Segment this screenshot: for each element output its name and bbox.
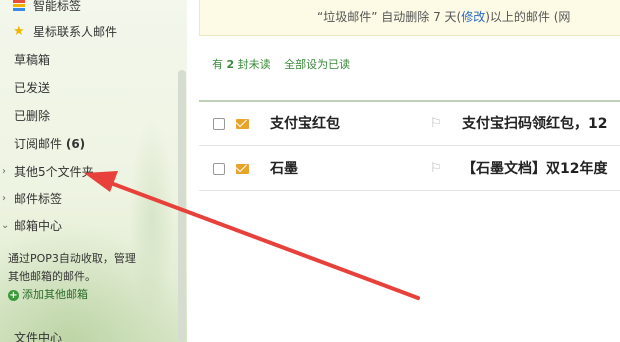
pop3-panel: 通过POP3自动收取，管理 其他邮箱的邮件。 + 添加其他邮箱 xyxy=(8,250,173,312)
sidebar-item-sent[interactable]: 已发送 xyxy=(0,76,176,100)
sidebar-item-other-folders[interactable]: › 其他5个文件夹 xyxy=(0,160,176,184)
sidebar-item-mailbox-center[interactable]: ⌄ 邮箱中心 xyxy=(0,214,176,238)
unread-suffix: 封未读 xyxy=(237,58,271,71)
sidebar-item-subscriptions[interactable]: 订阅邮件 (6) xyxy=(0,132,176,156)
sidebar-item-drafts[interactable]: 草稿箱 xyxy=(0,48,176,72)
pop3-description-line-2: 其他邮箱的邮件。 xyxy=(8,270,96,283)
unread-prefix: 有 xyxy=(212,58,223,71)
sidebar-item-file-center[interactable]: 文件中心 xyxy=(0,326,176,342)
sidebar-item-label: 星标联系人邮件 xyxy=(33,25,118,39)
sidebar-item-label: 订阅邮件 xyxy=(14,137,63,151)
sidebar-item-smart-tags[interactable]: 智能标签 xyxy=(0,0,176,18)
sidebar-scrollbar[interactable] xyxy=(178,70,186,342)
sidebar-item-label: 邮件标签 xyxy=(14,192,63,206)
sidebar-item-label: 已发送 xyxy=(14,81,51,95)
sidebar-item-deleted[interactable]: 已删除 xyxy=(0,104,176,128)
flag-icon[interactable]: ⚐ xyxy=(430,116,442,131)
sidebar-item-label: 邮箱中心 xyxy=(14,219,63,233)
banner-text: “垃圾邮件” 自动删除 7 天( xyxy=(317,10,462,24)
sidebar-item-label: 草稿箱 xyxy=(14,53,51,67)
pop3-description-line-1: 通过POP3自动收取，管理 xyxy=(8,252,136,265)
tag-icon xyxy=(13,0,25,12)
sidebar-item-starred-contacts[interactable]: ★ 星标联系人邮件 xyxy=(0,20,176,44)
modify-link[interactable]: 修改 xyxy=(461,10,485,24)
chevron-down-icon[interactable]: ⌄ xyxy=(1,214,9,238)
unread-count: (6) xyxy=(65,137,86,151)
unread-summary: 有 2 封未读 全部设为已读 xyxy=(212,56,350,72)
flag-icon[interactable]: ⚐ xyxy=(430,161,442,176)
sidebar-item-label: 文件中心 xyxy=(14,331,63,342)
sidebar-item-label: 智能标签 xyxy=(33,0,82,13)
chevron-right-icon[interactable]: › xyxy=(2,187,6,211)
email-subject: 支付宝扫码领红包，12 xyxy=(462,116,608,132)
mark-all-read-link[interactable]: 全部设为已读 xyxy=(284,58,350,71)
mail-list-pane: “垃圾邮件” 自动删除 7 天(修改)以上的邮件 (网 有 2 封未读 全部设为… xyxy=(187,0,620,342)
sidebar: 智能标签 ★ 星标联系人邮件 草稿箱 已发送 已删除 订阅邮件 (6) › 其他… xyxy=(0,0,187,342)
email-sender: 支付宝红包 xyxy=(270,116,340,132)
envelope-icon xyxy=(236,164,249,174)
sidebar-item-label: 已删除 xyxy=(14,109,51,123)
add-other-mailbox-link[interactable]: + 添加其他邮箱 xyxy=(8,286,173,304)
chevron-right-icon[interactable]: › xyxy=(2,160,6,184)
email-checkbox[interactable] xyxy=(213,118,225,130)
plus-circle-icon: + xyxy=(8,289,19,301)
banner-text-end: )以上的邮件 (网 xyxy=(485,10,571,24)
add-other-mailbox-label: 添加其他邮箱 xyxy=(22,288,88,301)
envelope-icon xyxy=(236,119,249,129)
unread-count: 2 xyxy=(226,58,235,71)
star-icon: ★ xyxy=(13,24,25,39)
sidebar-item-mail-tags[interactable]: › 邮件标签 xyxy=(0,187,176,211)
spam-notice-banner: “垃圾邮件” 自动删除 7 天(修改)以上的邮件 (网 xyxy=(199,0,620,36)
email-subject: 【石墨文档】双12年度 xyxy=(462,161,608,177)
email-checkbox[interactable] xyxy=(213,163,225,175)
sidebar-item-label: 其他5个文件夹 xyxy=(14,165,94,179)
email-row[interactable]: 石墨 ⚐ 【石墨文档】双12年度 xyxy=(199,147,620,191)
email-sender: 石墨 xyxy=(270,161,298,177)
email-row[interactable]: 支付宝红包 ⚐ 支付宝扫码领红包，12 xyxy=(199,102,620,146)
